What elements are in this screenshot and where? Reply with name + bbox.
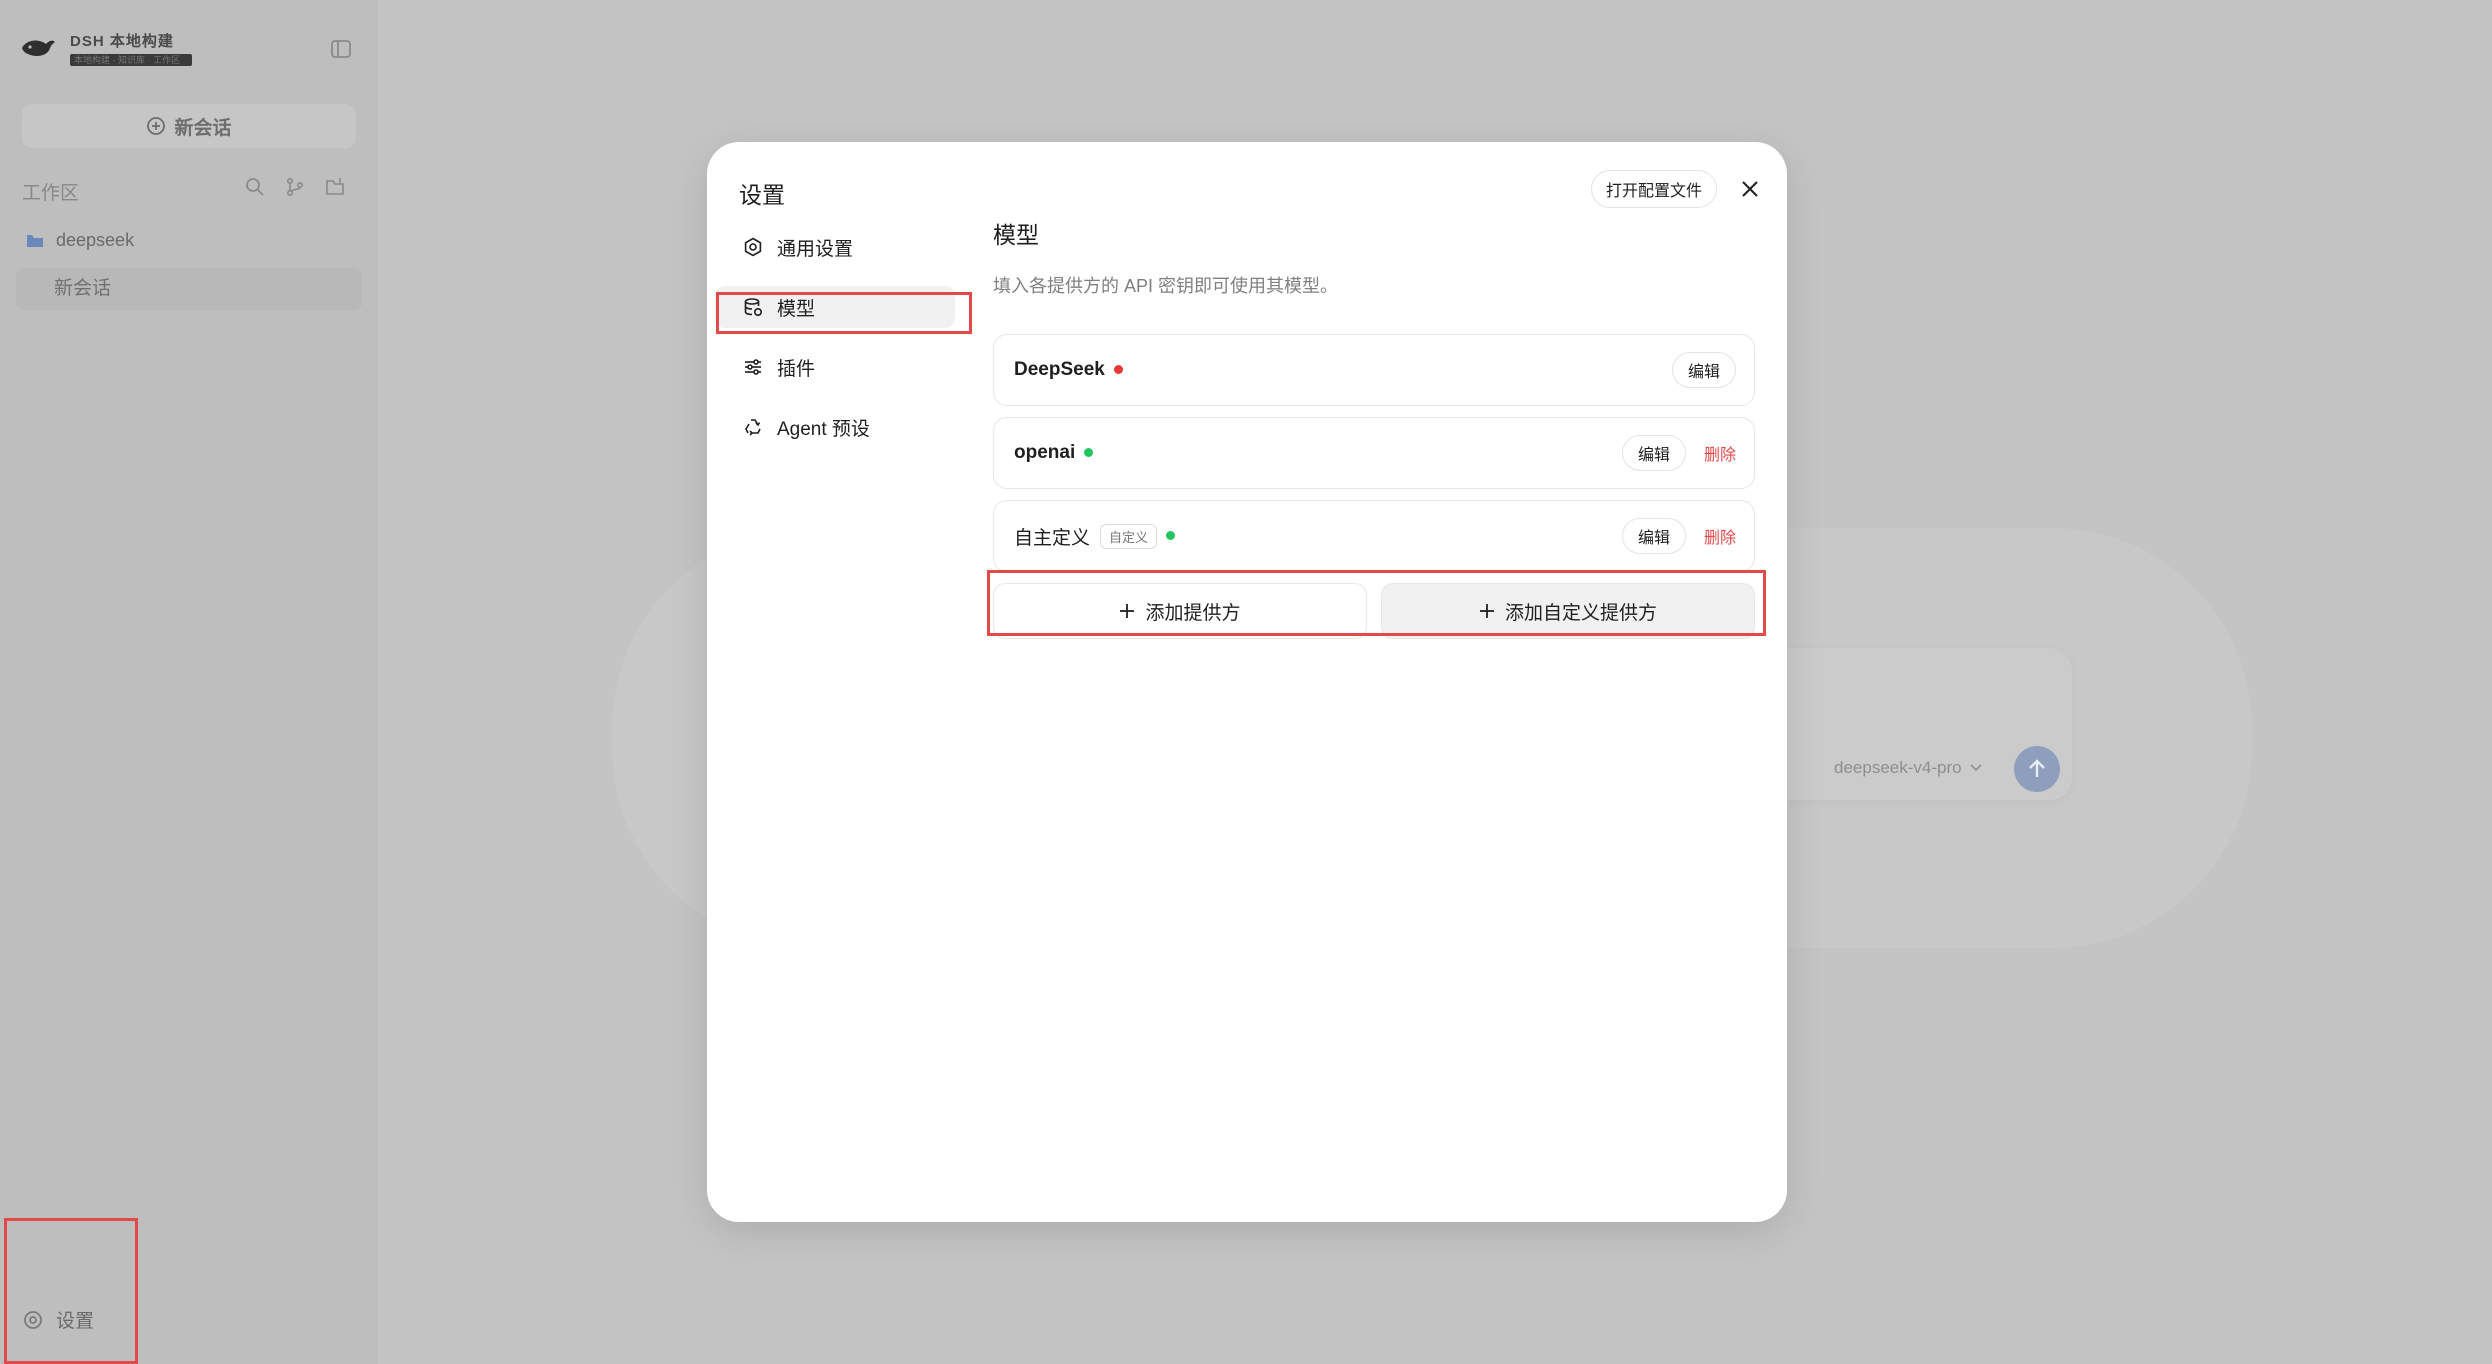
delete-button[interactable]: 删除: [1704, 441, 1736, 465]
add-provider-button[interactable]: 添加提供方: [993, 583, 1367, 639]
session-item[interactable]: 新会话: [16, 268, 362, 310]
edit-button[interactable]: 编辑: [1621, 435, 1686, 471]
provider-list: DeepSeek 编辑 openai 编辑 删除 自主定义 自定义 编辑 删除: [993, 334, 1755, 572]
nav-item-label: 模型: [777, 298, 816, 320]
recycle-icon: [745, 419, 761, 436]
settings-label: 设置: [56, 1311, 95, 1332]
provider-name: openai: [1014, 442, 1076, 463]
workspace-label: 工作区: [22, 183, 80, 204]
database-icon: [744, 298, 763, 317]
status-dot: [1113, 364, 1123, 374]
provider-item-custom: 自主定义 自定义 编辑 删除: [993, 500, 1755, 572]
search-icon[interactable]: [244, 176, 266, 198]
brand: DSH 本地构建 本地构建 · 知识库 · 工作区: [20, 30, 192, 66]
new-chat-button[interactable]: 新会话: [22, 104, 356, 148]
folder-label: deepseek: [56, 230, 135, 250]
custom-tag: 自定义: [1100, 523, 1158, 549]
chevron-down-icon: [1970, 764, 1982, 772]
open-config-button[interactable]: 打开配置文件: [1591, 170, 1718, 208]
provider-name: 自主定义: [1014, 527, 1091, 549]
modal-title: 设置: [739, 182, 785, 208]
branch-icon[interactable]: [284, 176, 306, 198]
nav-item-plugins[interactable]: 插件: [715, 346, 955, 388]
sliders-icon: [745, 359, 761, 375]
sidebar: DSH 本地构建 本地构建 · 知识库 · 工作区 新会话 工作区 deepse…: [0, 0, 378, 1364]
add-provider-label: 添加提供方: [1145, 602, 1241, 624]
settings-nav: 通用设置 模型 插件 Agent 预设: [715, 226, 955, 448]
workspace-actions: [244, 176, 346, 198]
edit-button[interactable]: 编辑: [1671, 352, 1736, 388]
sidebar-collapse-icon[interactable]: [330, 38, 352, 60]
settings-content: 模型 填入各提供方的 API 密钥即可使用其模型。 DeepSeek 编辑 op…: [993, 216, 1755, 639]
provider-name: DeepSeek: [1014, 359, 1105, 380]
nav-item-general[interactable]: 通用设置: [715, 226, 955, 268]
settings-modal: 设置 打开配置文件 通用设置 模型 插件 Agent 预设 模型 填入各提供方的…: [707, 142, 1787, 1222]
provider-item-deepseek: DeepSeek 编辑: [993, 334, 1755, 406]
status-dot: [1084, 447, 1094, 457]
nav-item-label: 通用设置: [777, 238, 854, 260]
add-custom-provider-button[interactable]: 添加自定义提供方: [1381, 583, 1755, 639]
edit-button[interactable]: 编辑: [1621, 518, 1686, 554]
add-provider-row: 添加提供方 添加自定义提供方: [993, 583, 1755, 639]
nav-item-label: Agent 预设: [777, 418, 870, 440]
nav-item-agent-presets[interactable]: Agent 预设: [715, 406, 955, 448]
arrow-up-icon: [2029, 759, 2045, 777]
nav-item-label: 插件: [777, 358, 816, 380]
workspace-folder[interactable]: deepseek: [26, 230, 134, 251]
close-icon: [1742, 181, 1758, 197]
plus-icon: [1479, 604, 1494, 618]
brand-subtitle: 本地构建 · 知识库 · 工作区: [70, 54, 192, 66]
close-button[interactable]: [1735, 174, 1765, 204]
folder-icon: [27, 234, 43, 247]
send-button[interactable]: [2014, 746, 2060, 792]
settings-entry[interactable]: 设置: [22, 1306, 94, 1333]
section-description: 填入各提供方的 API 密钥即可使用其模型。: [993, 276, 1339, 296]
new-folder-icon[interactable]: [324, 176, 346, 198]
section-title: 模型: [993, 222, 1039, 248]
model-selector-label: deepseek-v4-pro: [1834, 758, 1962, 777]
whale-logo-icon: [22, 40, 55, 56]
provider-item-openai: openai 编辑 删除: [993, 417, 1755, 489]
brand-name: DSH 本地构建: [70, 33, 174, 50]
status-dot: [1166, 530, 1176, 540]
plus-circle-icon: [147, 117, 166, 135]
delete-button[interactable]: 删除: [1704, 524, 1736, 548]
plus-icon: [1120, 604, 1135, 618]
nav-item-models[interactable]: 模型: [715, 286, 955, 328]
add-custom-provider-label: 添加自定义提供方: [1504, 602, 1657, 624]
gear-icon: [24, 1310, 42, 1329]
model-selector[interactable]: deepseek-v4-pro: [1834, 758, 1982, 778]
gear-icon: [744, 237, 762, 257]
new-chat-label: 新会话: [174, 117, 232, 139]
